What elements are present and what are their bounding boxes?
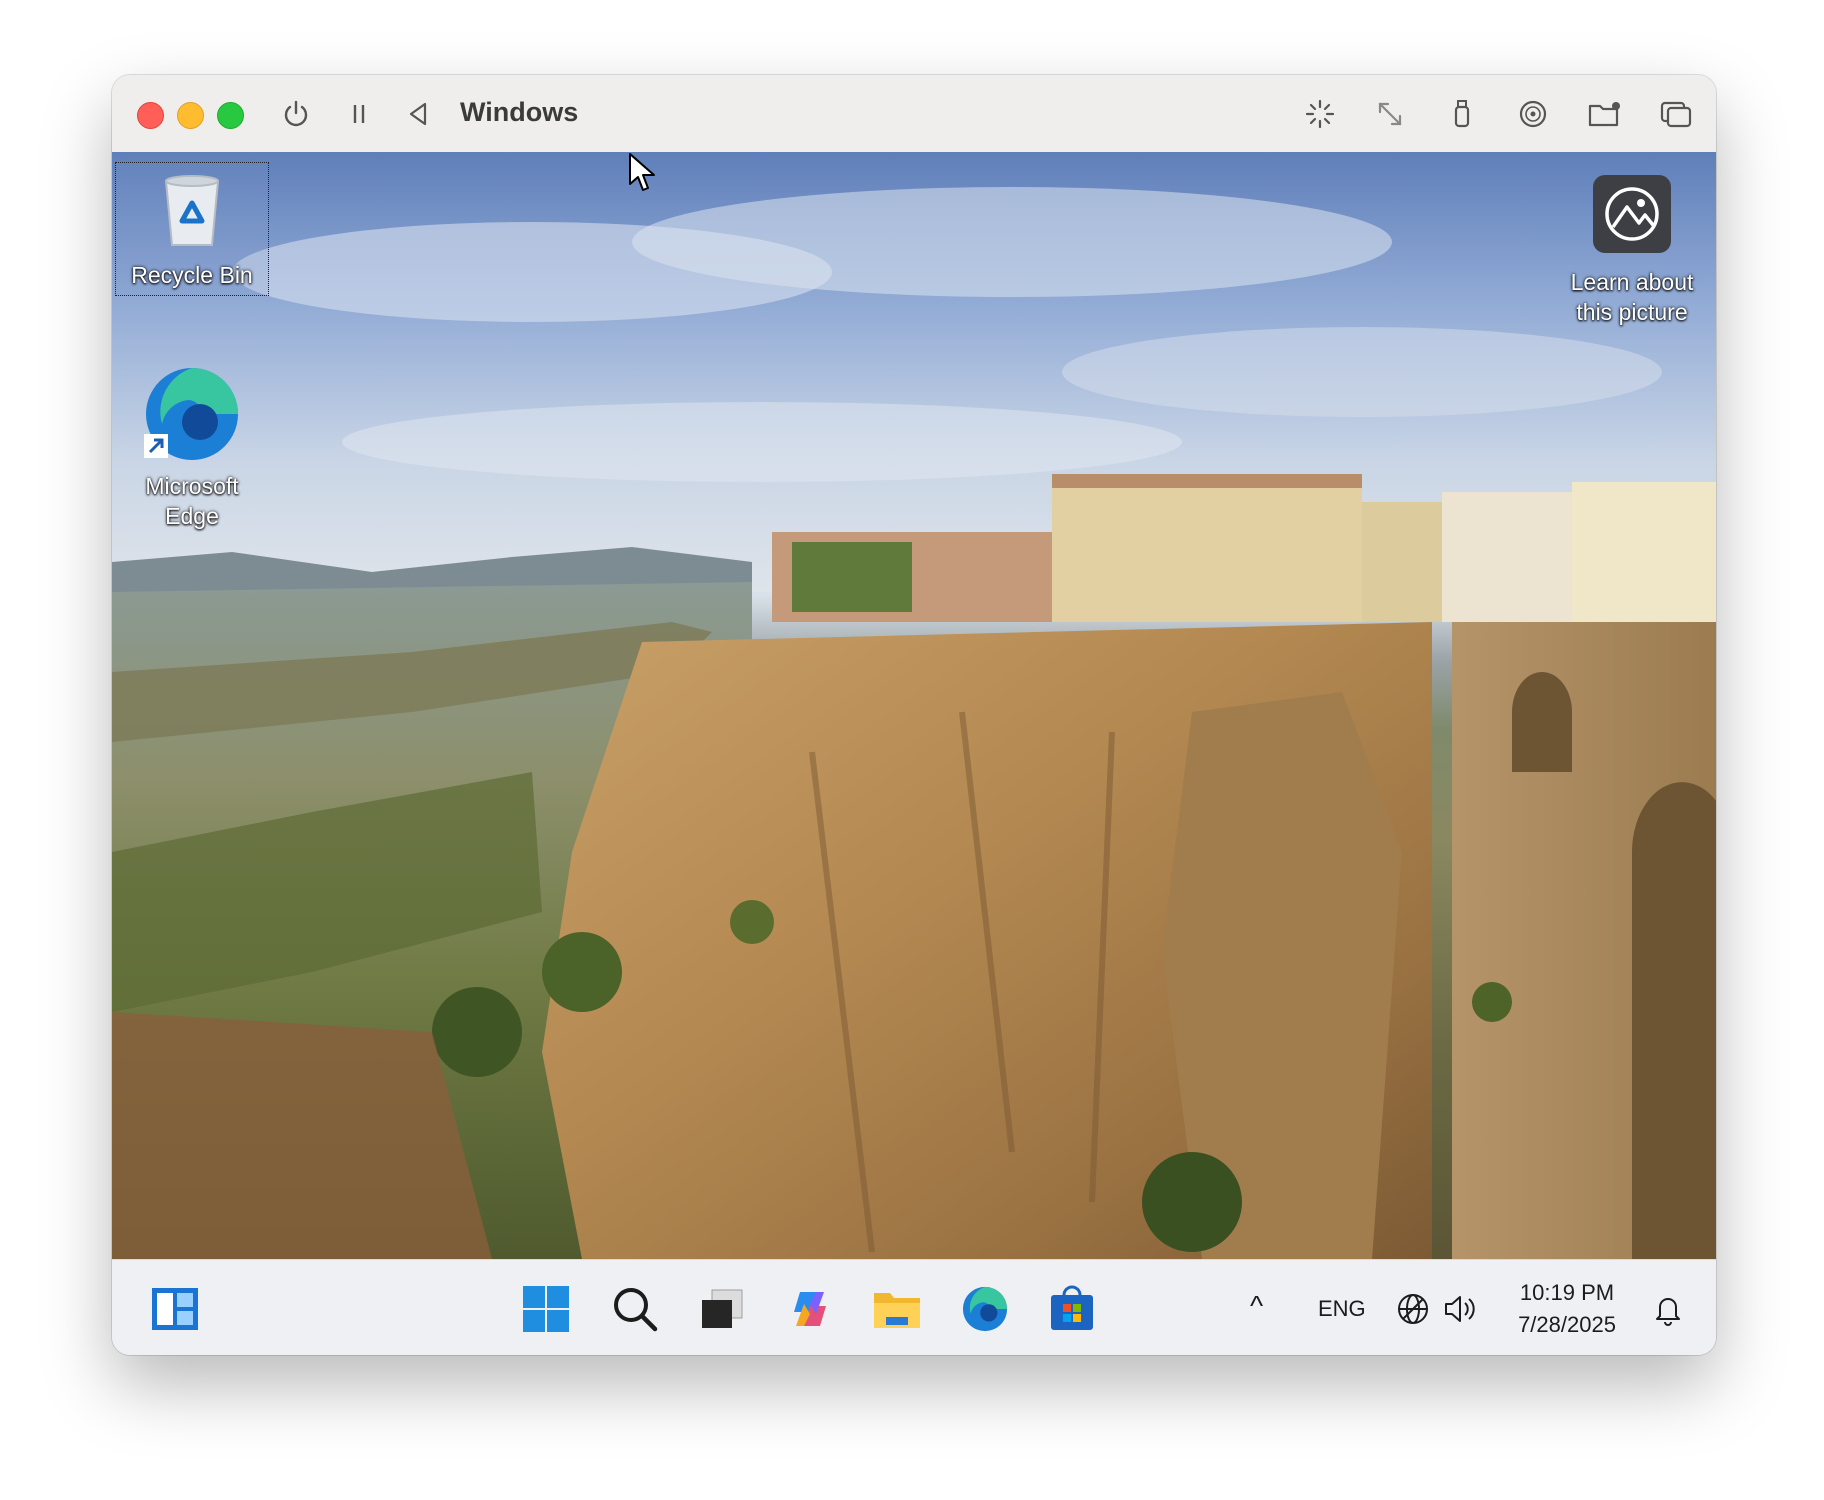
- disc-icon[interactable]: [1514, 95, 1552, 133]
- shared-folder-icon[interactable]: [1586, 95, 1624, 133]
- close-button[interactable]: [137, 102, 164, 129]
- language-indicator[interactable]: ENG: [1318, 1296, 1366, 1322]
- mouse-cursor-icon: [629, 153, 655, 191]
- search-icon[interactable]: [610, 1284, 660, 1334]
- desktop-icon-recycle-bin[interactable]: Recycle Bin: [115, 162, 269, 296]
- notification-bell-icon[interactable]: [1648, 1284, 1688, 1334]
- window-title: Windows: [460, 97, 579, 127]
- learn-about-line2: this picture: [1576, 299, 1688, 325]
- store-icon[interactable]: [1047, 1284, 1097, 1334]
- learn-about-line1: Learn about: [1570, 269, 1694, 295]
- back-icon[interactable]: [399, 95, 437, 133]
- camera-icon: [1593, 175, 1671, 253]
- vm-titlebar: Windows: [112, 75, 1716, 153]
- desktop-icon-microsoft-edge[interactable]: Microsoft Edge: [115, 364, 269, 531]
- minimize-button[interactable]: [177, 102, 204, 129]
- usb-icon[interactable]: [1443, 95, 1481, 133]
- pause-icon[interactable]: [340, 95, 378, 133]
- edge-icon[interactable]: [960, 1284, 1010, 1334]
- windows-overlap-icon[interactable]: [1657, 95, 1695, 133]
- wallpaper: [112, 152, 1716, 1259]
- recycle-bin-label: Recycle Bin: [131, 262, 253, 288]
- desktop[interactable]: Recycle Bin Microsoft Edge Learn about t…: [112, 152, 1716, 1259]
- taskbar: ^ ENG 10:19 PM 7/28/2025: [112, 1259, 1716, 1355]
- edge-label-line1: Microsoft: [145, 473, 239, 499]
- volume-icon[interactable]: [1440, 1284, 1480, 1334]
- widgets-icon[interactable]: [150, 1284, 200, 1334]
- file-explorer-icon[interactable]: [872, 1284, 922, 1334]
- copilot-icon[interactable]: [785, 1284, 835, 1334]
- zoom-button[interactable]: [217, 102, 244, 129]
- network-globe-icon[interactable]: [1393, 1284, 1433, 1334]
- edge-label-line2: Edge: [165, 503, 219, 529]
- vm-window: Windows Recycle Bin Microsoft Edge Learn…: [112, 75, 1716, 1355]
- clock-time[interactable]: 10:19 PM: [1504, 1280, 1630, 1306]
- power-icon[interactable]: [277, 95, 315, 133]
- edge-icon: [144, 368, 238, 460]
- tray-chevron-icon[interactable]: ^: [1250, 1290, 1263, 1322]
- learn-about-picture[interactable]: Learn about this picture: [1552, 175, 1712, 327]
- clock-date[interactable]: 7/28/2025: [1504, 1312, 1630, 1338]
- recycle-bin-icon: [164, 175, 220, 246]
- brightness-icon[interactable]: [1301, 95, 1339, 133]
- resize-icon[interactable]: [1371, 95, 1409, 133]
- start-icon[interactable]: [521, 1284, 571, 1334]
- task-view-icon[interactable]: [697, 1284, 747, 1334]
